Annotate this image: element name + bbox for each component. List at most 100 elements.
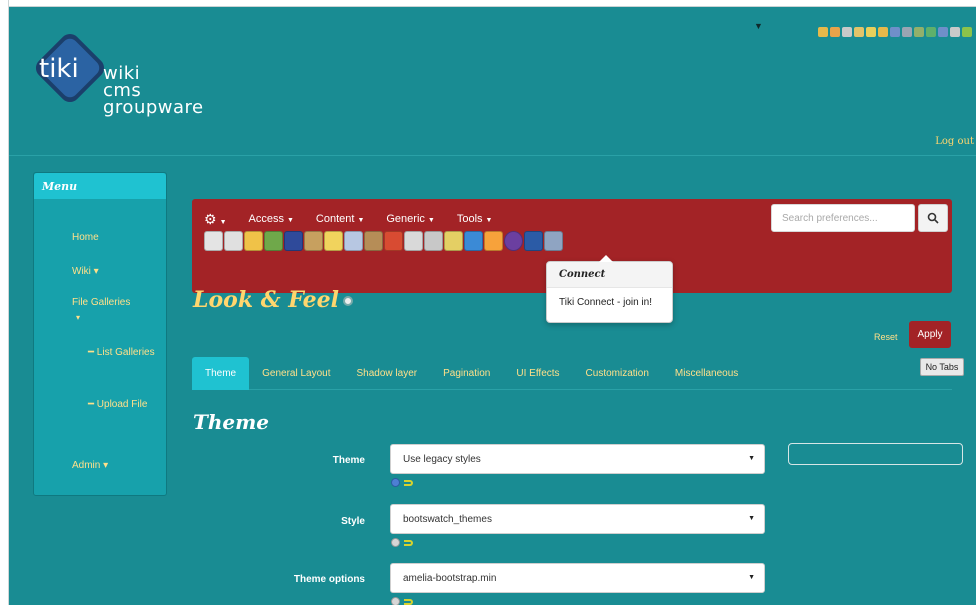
leaf-icon[interactable] — [962, 27, 972, 37]
reset-icon[interactable] — [404, 479, 413, 486]
top-caret-icon[interactable]: ▼ — [754, 21, 763, 31]
connect-popover: Connect Tiki Connect - join in! — [546, 255, 673, 323]
apply-button[interactable]: Apply — [909, 321, 951, 348]
users-icon[interactable] — [854, 27, 864, 37]
nav-access-label: Access — [248, 213, 284, 225]
style-field-icons — [391, 538, 413, 547]
users-icon[interactable] — [264, 231, 283, 251]
cache-icon[interactable] — [902, 27, 912, 37]
comment-icon[interactable] — [464, 231, 483, 251]
tab-pagination[interactable]: Pagination — [430, 357, 503, 390]
style-label: Style — [341, 516, 365, 527]
tools-icon[interactable] — [204, 231, 223, 251]
menu-item-file-galleries[interactable]: File Galleries — [72, 297, 130, 308]
logo-line-groupware: groupware — [103, 97, 204, 118]
menu-item-home[interactable]: Home — [72, 232, 99, 243]
modules-icon[interactable] — [544, 231, 563, 251]
nav-tools[interactable]: Tools ▼ — [457, 213, 493, 225]
tab-ui-effects[interactable]: UI Effects — [503, 357, 572, 390]
stats-icon[interactable] — [524, 231, 543, 251]
puzzle-icon[interactable] — [344, 231, 363, 251]
wrench-icon[interactable] — [842, 27, 852, 37]
module-icon[interactable] — [890, 27, 900, 37]
popover-title: Connect — [547, 262, 672, 288]
nav-tools-label: Tools — [456, 213, 483, 225]
calendar-icon[interactable] — [950, 27, 960, 37]
style-select[interactable]: bootswatch_themes ▼ — [390, 504, 765, 534]
page-title: Look & Feel — [193, 287, 354, 313]
connect-icon[interactable] — [504, 231, 523, 251]
theme-icon[interactable] — [284, 231, 303, 251]
theme-options-label: Theme options — [293, 574, 365, 585]
chevron-down-icon: ▼ — [485, 217, 493, 224]
site-logo[interactable]: tiki wiki cms groupware — [21, 21, 231, 141]
section-title: Theme — [193, 410, 270, 434]
document-icon[interactable] — [404, 231, 423, 251]
tab-miscellaneous[interactable]: Miscellaneous — [662, 357, 751, 390]
message-icon[interactable] — [364, 231, 383, 251]
help-icon[interactable] — [343, 296, 354, 306]
star-icon[interactable] — [926, 27, 936, 37]
gear-icon: ⚙ — [204, 210, 217, 227]
theme-extra-input[interactable] — [788, 443, 963, 465]
language-icon[interactable] — [384, 231, 403, 251]
tab-general-layout[interactable]: General Layout — [249, 357, 343, 390]
puzzle-icon[interactable] — [914, 27, 924, 37]
reset-icon[interactable] — [404, 598, 413, 605]
theme-field-icons — [391, 478, 413, 487]
key-icon[interactable] — [444, 231, 463, 251]
home-icon[interactable] — [830, 27, 840, 37]
menu-item-wiki[interactable]: Wiki ▾ — [72, 266, 99, 277]
tab-theme[interactable]: Theme — [192, 357, 250, 390]
info-icon[interactable] — [391, 478, 400, 487]
theme-select[interactable]: Use legacy styles ▼ — [390, 444, 765, 474]
search-button[interactable] — [918, 204, 948, 232]
theme-options-select[interactable]: amelia-bootstrap.min ▼ — [390, 563, 765, 593]
chevron-down-icon: ▼ — [286, 217, 294, 224]
chevron-down-icon: ▼ — [357, 217, 365, 224]
menu-item-list-galleries[interactable]: ━ List Galleries — [88, 345, 158, 360]
reset-link[interactable]: Reset — [874, 332, 898, 342]
chevron-down-icon: ▼ — [748, 574, 755, 581]
tab-shadow-layer[interactable]: Shadow layer — [344, 357, 431, 390]
page-frame: tiki wiki cms groupware ▼ Log out Menu H… — [9, 6, 976, 605]
settings-tabs: Theme General Layout Shadow layer Pagina… — [192, 357, 952, 390]
nav-generic[interactable]: Generic ▼ — [386, 213, 434, 225]
page-title-text: Look & Feel — [193, 287, 340, 313]
chevron-down-icon: ▼ — [427, 217, 435, 224]
top-toolbar-icons — [818, 27, 972, 37]
reset-icon[interactable] — [404, 539, 413, 546]
theme-label: Theme — [332, 455, 365, 466]
user-add-icon[interactable] — [866, 27, 876, 37]
search-icon — [927, 212, 939, 224]
power-icon[interactable] — [224, 231, 243, 251]
popover-link[interactable]: Tiki Connect - join in! — [547, 288, 672, 317]
rss-icon[interactable] — [484, 231, 503, 251]
list-icon[interactable] — [938, 27, 948, 37]
nav-content[interactable]: Content ▼ — [316, 213, 364, 225]
menu-item-upload-file[interactable]: ━ Upload File — [88, 397, 148, 412]
menu-item-admin[interactable]: Admin ▾ — [72, 460, 108, 471]
clock-icon[interactable] — [424, 231, 443, 251]
bookmark-icon[interactable] — [244, 231, 263, 251]
chevron-down-icon: ▼ — [748, 455, 755, 462]
chevron-down-icon: ▼ — [748, 515, 755, 522]
tab-customization[interactable]: Customization — [573, 357, 662, 390]
search-icon[interactable] — [818, 27, 828, 37]
admin-icon-row — [204, 231, 563, 251]
nav-access[interactable]: Access ▼ — [249, 213, 294, 225]
chevron-down-icon: ▼ — [219, 218, 227, 226]
theme-select-value: Use legacy styles — [403, 454, 481, 465]
logout-link[interactable]: Log out — [935, 136, 974, 147]
logo-wordmark: wiki cms groupware — [103, 65, 204, 118]
image-icon[interactable] — [304, 231, 323, 251]
help-icon[interactable] — [391, 538, 400, 547]
key-icon[interactable] — [878, 27, 888, 37]
settings-menu[interactable]: ⚙ ▼ — [204, 211, 227, 228]
edit-icon[interactable] — [324, 231, 343, 251]
help-icon[interactable] — [391, 597, 400, 605]
menu-title: Menu — [34, 173, 166, 199]
theme-options-select-value: amelia-bootstrap.min — [403, 573, 497, 584]
file-galleries-caret-icon[interactable]: ▾ — [76, 313, 80, 322]
preferences-search-input[interactable]: Search preferences... — [771, 204, 915, 232]
